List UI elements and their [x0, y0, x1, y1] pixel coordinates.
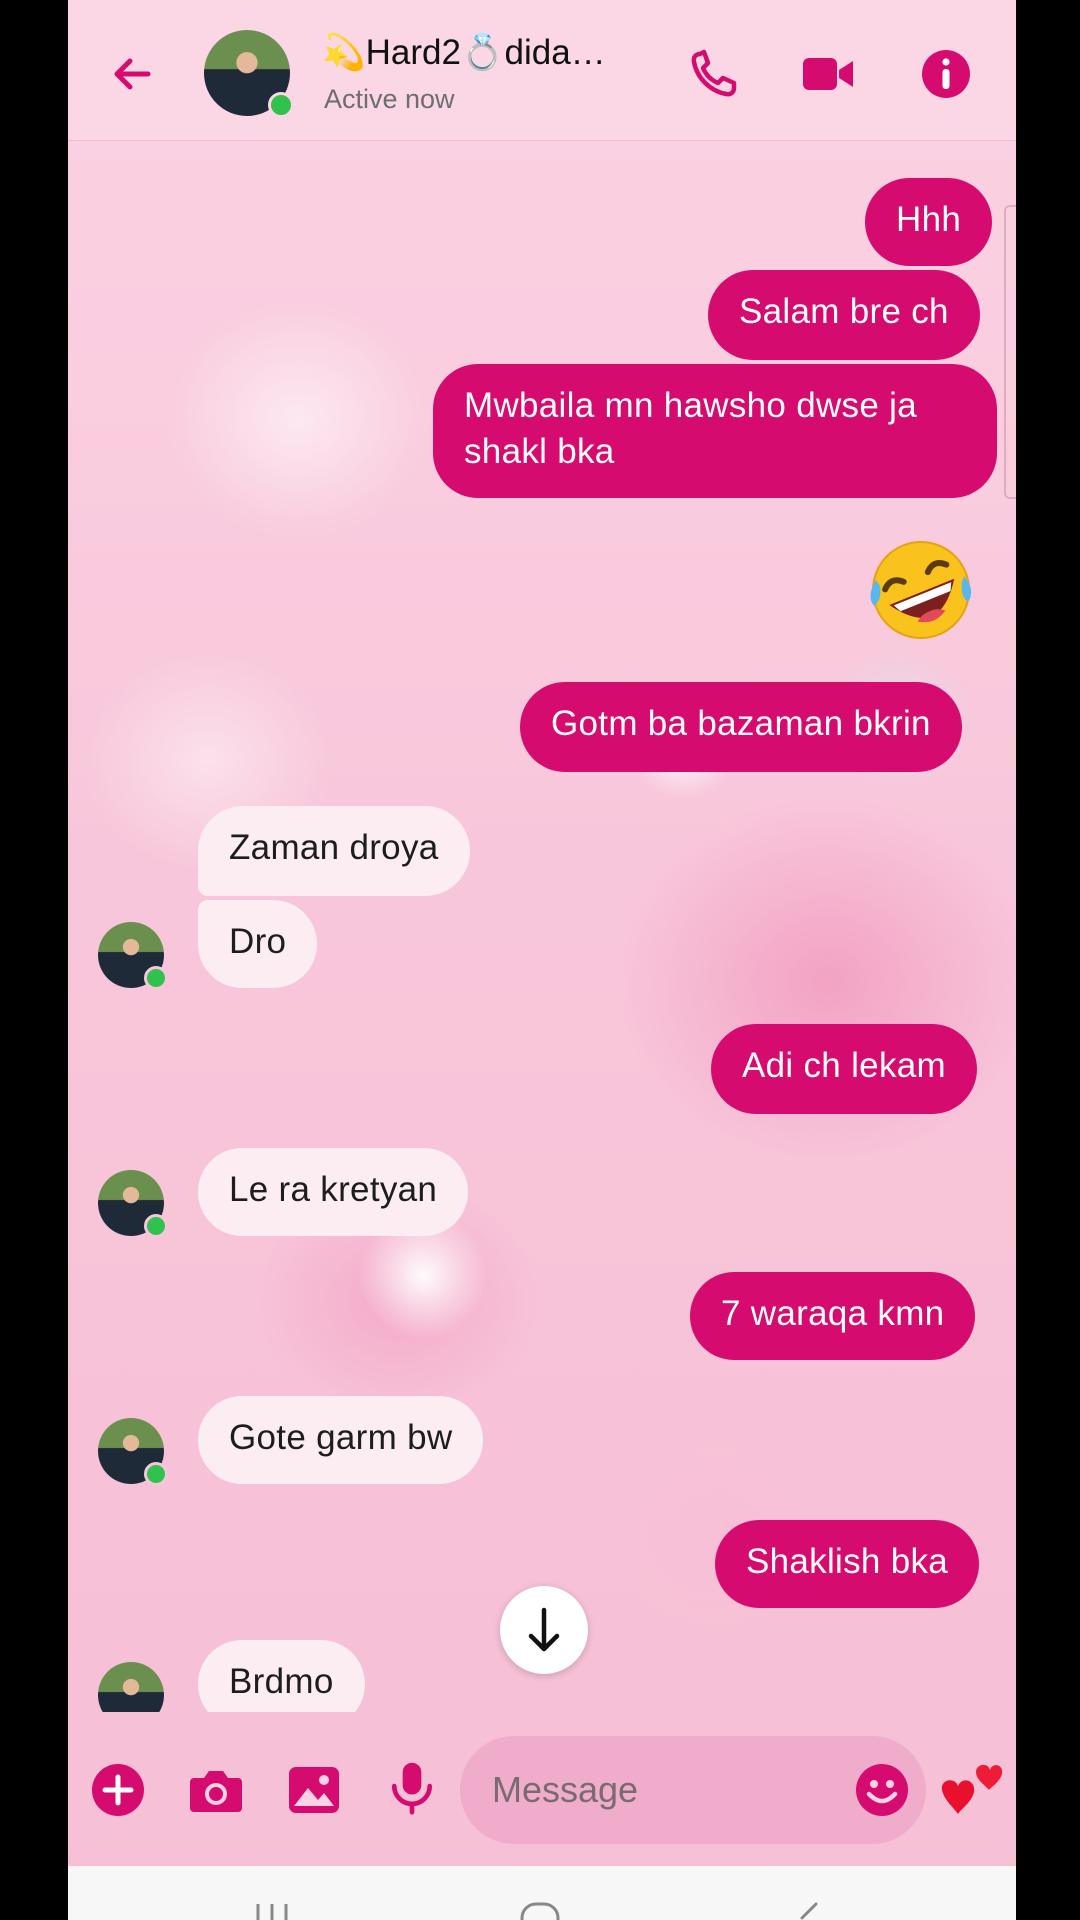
incoming-message[interactable]: Brdmo: [198, 1640, 365, 1712]
recent-apps-icon[interactable]: [248, 1902, 298, 1920]
camera-icon[interactable]: [188, 1762, 244, 1818]
online-indicator: [144, 1462, 168, 1486]
phone-icon[interactable]: [686, 48, 742, 100]
arrow-down-icon: [528, 1607, 560, 1652]
home-icon[interactable]: [516, 1902, 564, 1920]
back-nav-icon[interactable]: [788, 1902, 828, 1920]
contact-name[interactable]: 💫Hard2💍dida…: [322, 32, 642, 73]
system-navigation-bar: [68, 1866, 1016, 1920]
chat-screen: 💫Hard2💍dida… Active now Hhh Salam bre ch…: [68, 0, 1016, 1920]
hearts-icon[interactable]: [938, 1758, 1002, 1818]
chat-header: 💫Hard2💍dida… Active now: [68, 0, 1016, 141]
outgoing-message[interactable]: Adi ch lekam: [711, 1024, 977, 1114]
outgoing-message[interactable]: Salam bre ch: [708, 270, 980, 360]
incoming-message[interactable]: Dro: [198, 900, 318, 988]
incoming-message[interactable]: Le ra kretyan: [198, 1148, 469, 1236]
rolling-on-floor-laughing-emoji[interactable]: [866, 536, 976, 644]
incoming-message[interactable]: Zaman droya: [198, 806, 470, 896]
online-indicator: [144, 1214, 168, 1238]
scroll-to-bottom-button[interactable]: [500, 1586, 588, 1674]
info-icon[interactable]: [920, 48, 976, 100]
composer-bar: [68, 1712, 1016, 1862]
video-camera-icon[interactable]: [800, 48, 856, 100]
online-indicator: [144, 966, 168, 990]
scrollbar[interactable]: [1004, 205, 1016, 499]
online-indicator: [268, 92, 294, 118]
emoji-icon[interactable]: [854, 1762, 910, 1818]
plus-icon[interactable]: [90, 1762, 146, 1818]
outgoing-message[interactable]: Hhh: [865, 178, 993, 266]
image-icon[interactable]: [286, 1762, 342, 1818]
microphone-icon[interactable]: [384, 1760, 440, 1816]
contact-avatar-small[interactable]: [98, 1662, 164, 1712]
outgoing-message[interactable]: Shaklish bka: [715, 1520, 980, 1608]
outgoing-message[interactable]: Gotm ba bazaman bkrin: [520, 682, 962, 772]
back-arrow-icon[interactable]: [108, 50, 156, 98]
outgoing-message[interactable]: 7 waraqa kmn: [690, 1272, 976, 1360]
active-status: Active now: [324, 84, 455, 114]
incoming-message[interactable]: Gote garm bw: [198, 1396, 484, 1484]
outgoing-message[interactable]: Mwbaila mn hawsho dwse ja shakl bka: [433, 364, 997, 498]
